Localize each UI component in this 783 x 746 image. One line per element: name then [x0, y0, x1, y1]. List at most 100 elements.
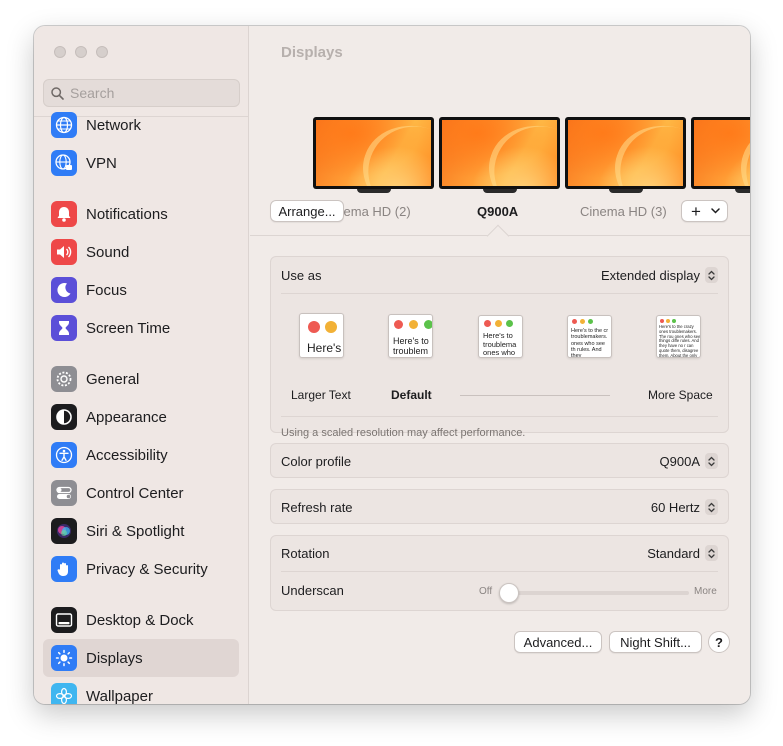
sample-text: Here's to troublem	[393, 336, 429, 356]
sidebar-item-label: Notifications	[86, 205, 168, 223]
sidebar-item-accessibility[interactable]: Accessibility	[43, 436, 239, 474]
display-thumbnail-q900a[interactable]	[439, 117, 560, 193]
moon-icon	[51, 277, 77, 303]
accessibility-icon	[51, 442, 77, 468]
sample-text: Here's to the cr troublemakers. ones who…	[571, 328, 609, 357]
rotation-popup[interactable]: Standard	[647, 545, 718, 561]
use-as-label: Use as	[281, 267, 322, 283]
appearance-icon	[51, 404, 77, 430]
sidebar-item-label: Desktop & Dock	[86, 611, 194, 629]
sidebar-item-label: General	[86, 370, 140, 388]
resolution-option-more-space[interactable]: Here's to the crazy ones troublemakers. …	[656, 315, 701, 358]
sidebar-item-screen-time[interactable]: Screen Time	[43, 309, 239, 347]
sidebar-item-label: Wallpaper	[86, 687, 153, 705]
settings-content: Use as Extended display Here's Larger Te…	[250, 237, 750, 704]
sidebar-item-displays[interactable]: Displays	[43, 639, 239, 677]
monitor-stand	[483, 189, 517, 193]
resolution-caption: Default	[391, 388, 432, 402]
dock-icon	[51, 607, 77, 633]
resolution-scale-line	[460, 395, 610, 396]
wallpaper-preview	[694, 120, 750, 186]
page-title: Displays	[281, 44, 343, 61]
rotation-underscan-card: Rotation Standard Underscan Off More	[270, 535, 729, 611]
color-profile-label: Color profile	[281, 453, 352, 469]
sample-text: Here's	[307, 341, 342, 355]
underscan-min-label: Off	[479, 586, 493, 597]
display-label-cinema-hd-3[interactable]: Cinema HD (3)	[580, 204, 667, 219]
search-field[interactable]	[43, 79, 240, 107]
resolution-option-4[interactable]: Here's to the cr troublemakers. ones who…	[567, 315, 612, 358]
color-profile-popup[interactable]: Q900A	[660, 453, 718, 469]
sidebar-item-privacy-security[interactable]: Privacy & Security	[43, 550, 239, 588]
arrange-button[interactable]: Arrange...	[270, 200, 344, 222]
refresh-rate-label: Refresh rate	[281, 499, 353, 515]
sidebar-item-focus[interactable]: Focus	[43, 271, 239, 309]
vpn-globe-icon	[51, 150, 77, 176]
resolution-option-default[interactable]: Here's to troublem	[388, 314, 433, 358]
resolution-option-3[interactable]: Here's to troublema ones who	[478, 315, 523, 358]
rotation-row: Rotation Standard	[281, 542, 718, 564]
display-arrangement-strip: Displays Cinema HD (2) Q900A Cinema HD (…	[250, 26, 750, 236]
refresh-rate-row: Refresh rate 60 Hertz	[281, 496, 718, 518]
sidebar-item-notifications[interactable]: Notifications	[43, 195, 239, 233]
use-as-row: Use as Extended display	[281, 264, 718, 286]
sidebar-item-label: Sound	[86, 243, 130, 261]
use-as-value: Extended display	[600, 267, 700, 283]
sidebar-item-label: Control Center	[86, 484, 184, 502]
underscan-label: Underscan	[281, 582, 344, 598]
rotation-value: Standard	[647, 545, 700, 561]
wallpaper-preview	[442, 120, 557, 186]
resolution-caption: More Space	[648, 388, 713, 402]
divider	[281, 571, 718, 572]
advanced-button[interactable]: Advanced...	[514, 631, 602, 653]
sidebar-item-general[interactable]: General	[43, 360, 239, 398]
display-label-q900a[interactable]: Q900A	[477, 204, 518, 219]
sidebar-item-control-center[interactable]: Control Center	[43, 474, 239, 512]
sample-text: Here's to troublema ones who	[483, 332, 517, 357]
refresh-rate-value: 60 Hertz	[650, 499, 700, 515]
sidebar-item-label: Privacy & Security	[86, 560, 208, 578]
display-thumbnail-partial[interactable]	[691, 117, 750, 193]
system-settings-window: Network VPN Notifications Sound	[34, 26, 750, 704]
sidebar-item-sound[interactable]: Sound	[43, 233, 239, 271]
display-thumbnail-cinema-hd-3[interactable]	[565, 117, 686, 193]
night-shift-button[interactable]: Night Shift...	[609, 631, 702, 653]
resolution-performance-note: Using a scaled resolution may affect per…	[281, 427, 526, 439]
close-window-button[interactable]	[54, 46, 66, 58]
minimize-window-button[interactable]	[75, 46, 87, 58]
search-input[interactable]	[70, 85, 230, 101]
sidebar-item-vpn[interactable]: VPN	[43, 144, 239, 182]
underscan-row: Underscan	[281, 579, 344, 601]
divider	[281, 416, 718, 417]
sidebar-item-label: Siri & Spotlight	[86, 522, 185, 540]
use-as-popup[interactable]: Extended display	[601, 267, 718, 283]
sidebar-item-label: Focus	[86, 281, 127, 299]
refresh-rate-card: Refresh rate 60 Hertz	[270, 489, 729, 524]
refresh-rate-popup[interactable]: 60 Hertz	[651, 499, 718, 515]
resolution-option-larger-text[interactable]: Here's	[299, 313, 344, 358]
sidebar-item-siri-spotlight[interactable]: Siri & Spotlight	[43, 512, 239, 550]
color-profile-value: Q900A	[659, 453, 700, 469]
sidebar-item-label: Appearance	[86, 408, 167, 426]
sidebar-item-wallpaper[interactable]: Wallpaper	[43, 677, 239, 704]
sidebar-item-appearance[interactable]: Appearance	[43, 398, 239, 436]
chevron-down-icon	[711, 208, 720, 214]
underscan-slider-track[interactable]	[499, 591, 689, 595]
hand-icon	[51, 556, 77, 582]
window-controls	[54, 46, 108, 58]
monitor-stand	[357, 189, 391, 193]
underscan-slider-knob[interactable]	[499, 583, 519, 603]
flower-icon	[51, 683, 77, 704]
speaker-icon	[51, 239, 77, 265]
sidebar-item-desktop-dock[interactable]: Desktop & Dock	[43, 601, 239, 639]
display-thumbnail-cinema-hd-2[interactable]	[313, 117, 434, 193]
help-button[interactable]: ?	[708, 631, 730, 653]
sidebar-item-network[interactable]: Network	[43, 106, 239, 144]
sidebar-item-label: Accessibility	[86, 446, 168, 464]
main-pane: Displays Cinema HD (2) Q900A Cinema HD (…	[250, 26, 750, 704]
toggles-icon	[51, 480, 77, 506]
zoom-window-button[interactable]	[96, 46, 108, 58]
add-display-button[interactable]: +	[681, 200, 728, 222]
sidebar-item-label: Network	[86, 116, 142, 134]
monitor-stand	[735, 189, 750, 193]
